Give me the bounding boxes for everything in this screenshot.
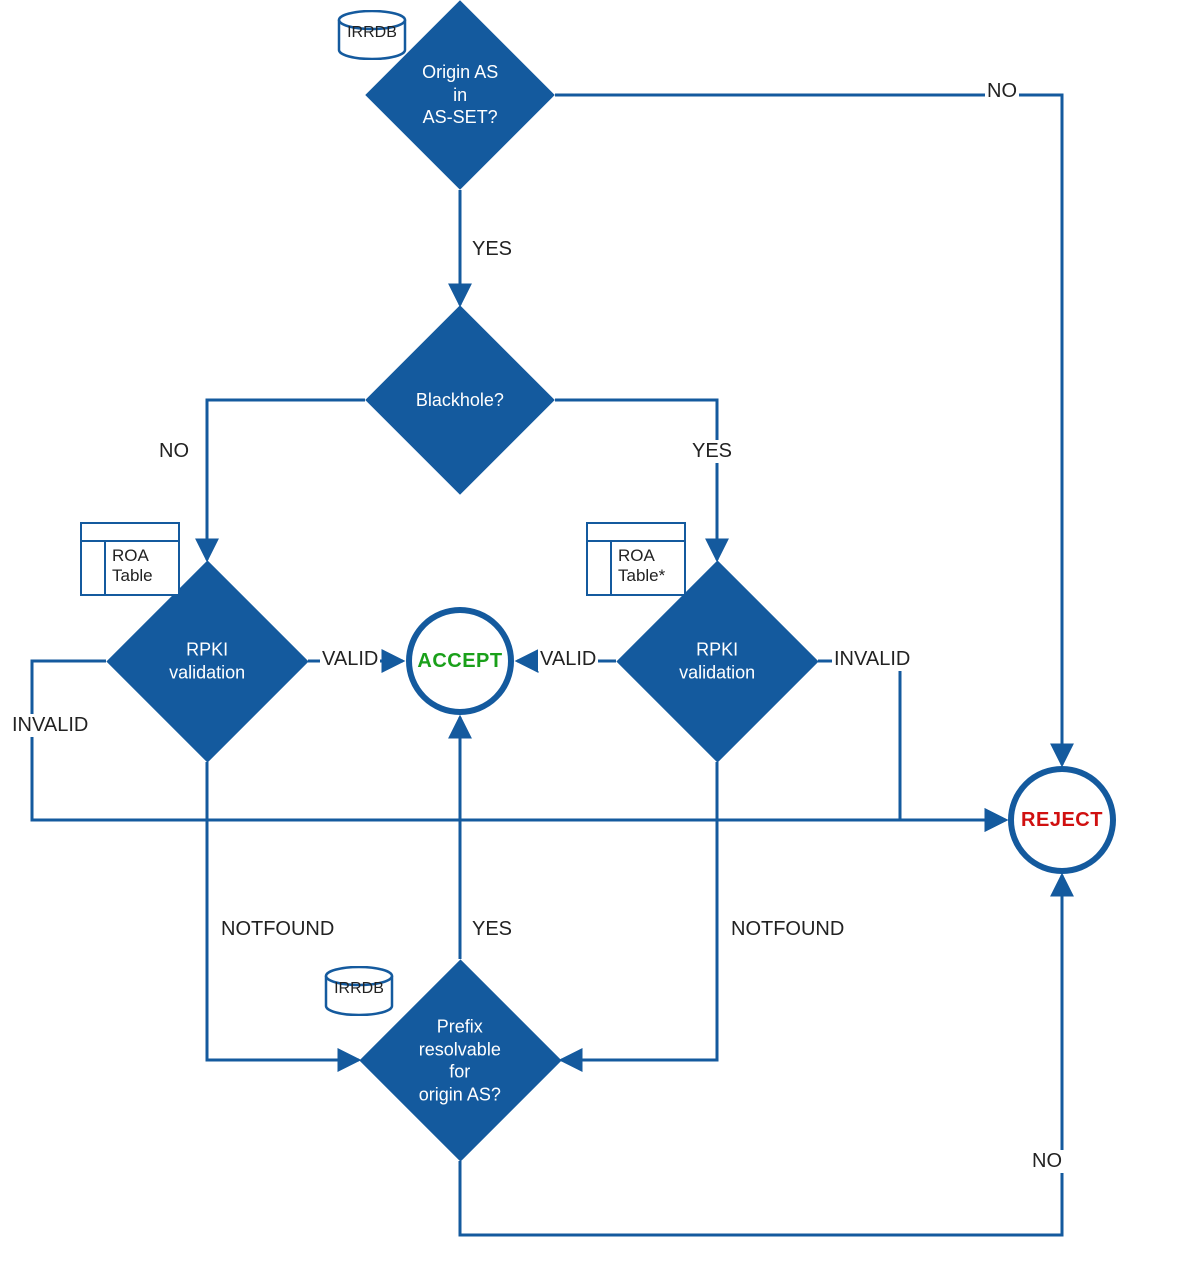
- edge-label-yes: YES: [690, 440, 734, 463]
- terminal-label: REJECT: [1021, 809, 1103, 832]
- terminal-label: ACCEPT: [417, 650, 502, 673]
- edge-label-invalid: INVALID: [832, 648, 912, 671]
- table-label: ROA Table: [112, 546, 172, 585]
- decision-label: Prefix resolvable for origin AS?: [413, 1009, 507, 1111]
- database-irrdb-icon: IRRDB: [323, 966, 395, 1016]
- decision-label: RPKI validation: [673, 633, 761, 690]
- database-label: IRRDB: [336, 24, 408, 42]
- database-irrdb-icon: IRRDB: [336, 10, 408, 60]
- table-label: ROA Table*: [618, 546, 678, 585]
- terminal-accept: ACCEPT: [406, 607, 514, 715]
- edge-label-yes: YES: [470, 238, 514, 261]
- terminal-reject: REJECT: [1008, 766, 1116, 874]
- edge-label-no: NO: [157, 440, 191, 463]
- edge-label-no: NO: [1030, 1150, 1064, 1173]
- database-label: IRRDB: [323, 980, 395, 998]
- table-roa-icon: ROA Table*: [586, 522, 686, 596]
- flowchart-canvas: { "colors": { "brand": "#145a9e", "accep…: [0, 0, 1192, 1288]
- decision-label: Blackhole?: [410, 383, 510, 418]
- edge-label-valid: VALID: [538, 648, 598, 671]
- edge-label-valid: VALID: [320, 648, 380, 671]
- edge-label-notfound: NOTFOUND: [729, 918, 846, 941]
- table-roa-icon: ROA Table: [80, 522, 180, 596]
- decision-label: RPKI validation: [163, 633, 251, 690]
- edge-label-yes: YES: [470, 918, 514, 941]
- edge-label-invalid: INVALID: [10, 714, 90, 737]
- decision-label: Origin AS in AS-SET?: [416, 55, 504, 135]
- edge-label-notfound: NOTFOUND: [219, 918, 336, 941]
- edge-label-no: NO: [985, 80, 1019, 103]
